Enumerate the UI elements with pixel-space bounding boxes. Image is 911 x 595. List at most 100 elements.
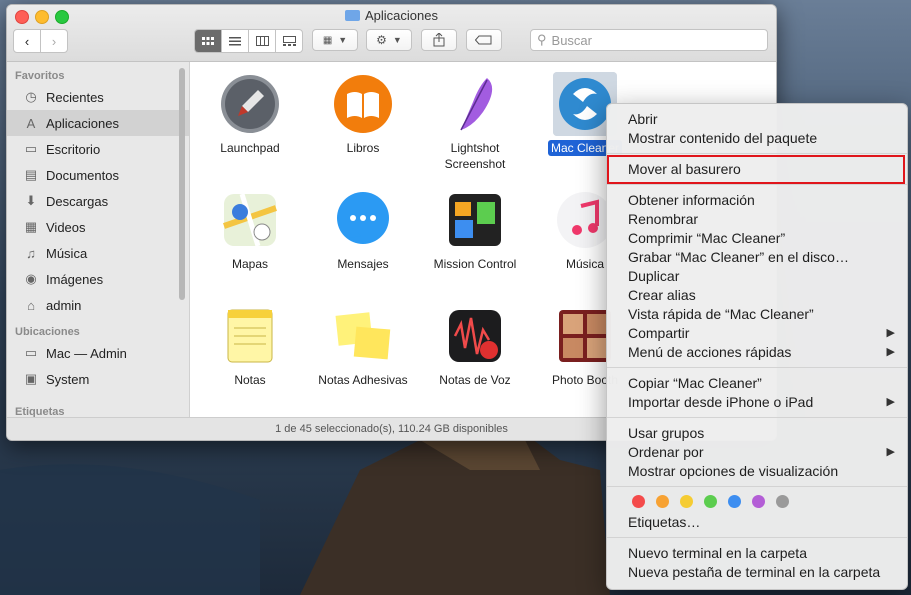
tag-color-dot[interactable] [632, 495, 645, 508]
grid-icon [202, 36, 214, 45]
menu-item-renombrar[interactable]: Renombrar [607, 210, 907, 229]
context-menu: Abrir Mostrar contenido del paquete Mover … [606, 103, 908, 590]
sidebar-item-im-genes[interactable]: ◉ Imágenes [7, 266, 189, 292]
app-label: Mission Control [433, 257, 517, 271]
sidebar-item-recientes[interactable]: ◷ Recientes [7, 84, 189, 110]
list-view-button[interactable] [222, 30, 249, 52]
menu-item-grabar-mac-cleaner-en-el-disco[interactable]: Grabar “Mac Cleaner” en el disco… [607, 248, 907, 267]
sidebar-item-label: Mac — Admin [46, 345, 127, 361]
status-text: 1 de 45 seleccionado(s), 110.24 GB dispo… [275, 423, 508, 435]
menu-item-label: Crear alias [628, 287, 696, 303]
tags-button[interactable] [466, 29, 502, 51]
group-by-button[interactable]: ▦ ▼ [312, 29, 358, 51]
menu-item-importar-desde-iphone-o-ipad[interactable]: Importar desde iPhone o iPad ▶ [607, 393, 907, 412]
film-icon: ▦ [24, 219, 38, 234]
submenu-arrow-icon: ▶ [886, 446, 895, 458]
sidebar-item-descargas[interactable]: ⬇ Descargas [7, 188, 189, 214]
sidebar-item-label: Imágenes [46, 271, 104, 287]
list-icon [229, 36, 241, 45]
menu-item-compartir[interactable]: Compartir ▶ [607, 324, 907, 343]
icon-view-button[interactable] [195, 30, 222, 52]
menu-item-abrir[interactable]: Abrir [607, 110, 907, 129]
apps-icon: A [26, 115, 36, 131]
app-item-lightshot-screenshot[interactable]: Lightshot Screenshot [420, 72, 530, 172]
menu-item-nuevo-terminal-en-la-carpeta[interactable]: Nuevo terminal en la carpeta [607, 544, 907, 563]
search-icon: ⚲ [537, 32, 547, 47]
tag-color-dot[interactable] [656, 495, 669, 508]
menu-item-comprimir-mac-cleaner[interactable]: Comprimir “Mac Cleaner” [607, 229, 907, 248]
app-item-notas-de-voz[interactable]: Notas de Voz [420, 304, 530, 388]
sidebar-item-documentos[interactable]: ▤ Documentos [7, 162, 189, 188]
stickies-icon [331, 304, 395, 368]
gear-icon: ⚙ [376, 33, 387, 47]
sidebar-item-mac-admin[interactable]: ▭ Mac — Admin [7, 340, 189, 366]
sidebar-scrollbar[interactable] [179, 68, 185, 300]
back-button[interactable]: ‹ [14, 30, 41, 52]
mission-control-icon [443, 188, 507, 252]
tag-color-dot[interactable] [704, 495, 717, 508]
menu-item-vista-r-pida-de-mac-cleaner[interactable]: Vista rápida de “Mac Cleaner” [607, 305, 907, 324]
tag-color-dot[interactable] [680, 495, 693, 508]
voice-memos-icon [443, 304, 507, 368]
gallery-icon [282, 36, 296, 46]
menu-item-label: Menú de acciones rápidas [628, 344, 792, 360]
menu-item-men-de-acciones-r-pidas[interactable]: Menú de acciones rápidas ▶ [607, 343, 907, 362]
sidebar-item-label: System [46, 371, 90, 387]
messages-icon [331, 188, 395, 252]
menu-separator [607, 153, 907, 154]
menu-item-label: Nueva pestaña de terminal en la carpeta [628, 564, 881, 580]
submenu-arrow-icon: ▶ [886, 396, 895, 408]
sidebar-item-m-sica[interactable]: ♫ Música [7, 240, 189, 266]
gallery-view-button[interactable] [276, 30, 302, 52]
sidebar-item-escritorio[interactable]: ▭ Escritorio [7, 136, 189, 162]
menu-item-mostrar-contenido-del-paquete[interactable]: Mostrar contenido del paquete [607, 129, 907, 148]
menu-item-crear-alias[interactable]: Crear alias [607, 286, 907, 305]
search-field[interactable]: ⚲ Buscar [530, 29, 768, 51]
app-item-mapas[interactable]: Mapas [195, 188, 305, 272]
menu-item-label: Abrir [628, 111, 658, 127]
app-label: Notas [234, 373, 266, 387]
app-item-notas[interactable]: Notas [195, 304, 305, 388]
app-item-notas-adhesivas[interactable]: Notas Adhesivas [308, 304, 418, 388]
action-button[interactable]: ⚙ ▼ [366, 29, 412, 51]
menu-item-copiar-mac-cleaner[interactable]: Copiar “Mac Cleaner” [607, 374, 907, 393]
sidebar-item-label: Escritorio [46, 141, 101, 157]
tag-color-dot[interactable] [728, 495, 741, 508]
menu-item-label: Etiquetas… [628, 514, 701, 530]
share-button[interactable] [421, 29, 457, 51]
sidebar-item-system[interactable]: ▣ System [7, 366, 189, 392]
menu-item-label: Ordenar por [628, 444, 704, 460]
menu-item-obtener-informaci-n[interactable]: Obtener información [607, 191, 907, 210]
app-label: Mapas [231, 257, 269, 271]
app-item-mensajes[interactable]: Mensajes [308, 188, 418, 272]
app-label: Mensajes [337, 257, 389, 271]
forward-button[interactable]: › [41, 30, 67, 52]
menu-item-ordenar-por[interactable]: Ordenar por ▶ [607, 443, 907, 462]
menu-item-duplicar[interactable]: Duplicar [607, 267, 907, 286]
sidebar-item-aplicaciones[interactable]: A Aplicaciones [7, 110, 189, 136]
sidebar-item-videos[interactable]: ▦ Videos [7, 214, 189, 240]
menu-item-label: Renombrar [628, 211, 699, 227]
app-item-launchpad[interactable]: Launchpad [195, 72, 305, 156]
column-view-button[interactable] [249, 30, 276, 52]
menu-item-usar-grupos[interactable]: Usar grupos [607, 424, 907, 443]
document-icon: ▤ [24, 167, 38, 182]
app-item-mission-control[interactable]: Mission Control [420, 188, 530, 272]
menu-item-nueva-pesta-a-de-terminal-en-la-carpeta[interactable]: Nueva pestaña de terminal en la carpeta [607, 563, 907, 582]
tag-color-dot[interactable] [776, 495, 789, 508]
menu-item-label: Compartir [628, 325, 690, 341]
tag-color-dot[interactable] [752, 495, 765, 508]
menu-item-mostrar-opciones-de-visualizaci-n[interactable]: Mostrar opciones de visualización [607, 462, 907, 481]
view-mode-segment [194, 29, 303, 53]
app-item-libros[interactable]: Libros [308, 72, 418, 156]
menu-separator [607, 367, 907, 368]
sidebar-item-label: Música [46, 245, 88, 261]
maps-icon [218, 188, 282, 252]
menu-item-mover-al-basurero[interactable]: Mover al basurero [607, 160, 907, 179]
sidebar-item-admin[interactable]: ⌂ admin [7, 292, 189, 318]
submenu-arrow-icon: ▶ [886, 327, 895, 339]
sidebar-item-label: Aplicaciones [46, 115, 119, 131]
menu-item-label: Vista rápida de “Mac Cleaner” [628, 306, 814, 322]
menu-item-etiquetas[interactable]: Etiquetas… [607, 513, 907, 532]
home-icon: ⌂ [27, 297, 35, 313]
